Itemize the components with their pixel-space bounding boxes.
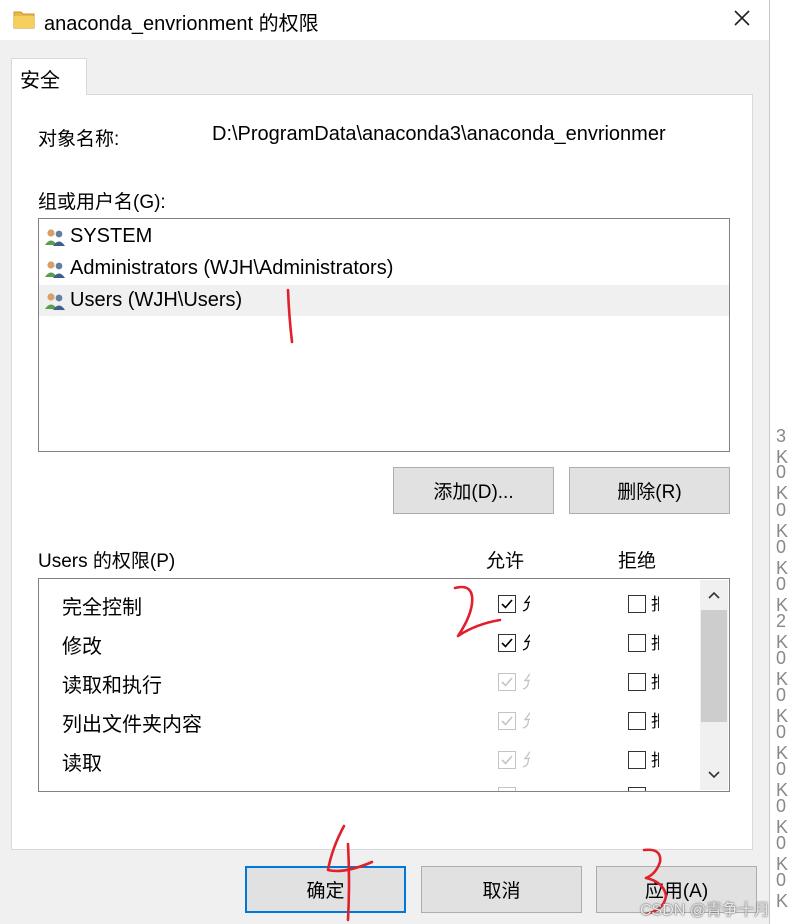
allow-checkbox [498,751,516,769]
allow-checkbox [498,673,516,691]
size-fragment: 0 K [776,759,788,800]
group-item-administrators[interactable]: Administrators (WJH\Administrators) [39,253,729,284]
csdn-watermark: CSDN @青争十月 [640,902,771,919]
ok-button[interactable]: 确定 [245,866,406,913]
allow-label-clipped: 允 [522,595,530,615]
check-icon [501,755,513,765]
background-window-fragment: 3 K 0 K 0 K 0 K 0 K 2 K 0 K 0 K 0 K 0 K … [770,420,788,911]
close-icon[interactable] [733,9,751,27]
size-fragment: 0 K [776,537,788,578]
size-fragment: 0 K [776,870,788,911]
group-item-users[interactable]: Users (WJH\Users) [39,285,729,316]
permission-name: 修改 [62,636,102,658]
scroll-thumb[interactable] [701,610,727,722]
allow-checkbox [498,712,516,730]
size-fragment: 0 K [776,685,788,726]
tab-security[interactable]: 安全 [11,58,87,95]
size-fragment: 2 K [776,611,788,652]
chevron-down-icon [708,771,720,779]
remove-button[interactable]: 删除(R) [569,467,730,514]
deny-label-clipped: 拒 [651,712,659,732]
add-button[interactable]: 添加(D)... [393,467,554,514]
size-fragment: 0 K [776,574,788,615]
size-fragment: 0 K [776,722,788,763]
permission-row-read-execute: 读取和执行 允 拒 [39,663,699,702]
scroll-up-button[interactable] [700,584,728,606]
folder-icon [13,11,35,29]
deny-label-clipped: 拒 [651,634,659,654]
cancel-button[interactable]: 取消 [421,866,582,913]
deny-checkbox[interactable] [628,634,646,652]
permission-row-list-folder: 列出文件夹内容 允 拒 [39,702,699,741]
permissions-scrollbar[interactable] [700,580,728,790]
deny-checkbox[interactable] [628,751,646,769]
user-group-icon [45,260,65,278]
window-title: anaconda_envrionment 的权限 [44,13,319,35]
deny-label-clipped: 拒 [651,595,659,615]
object-name-value: D:\ProgramData\anaconda3\anaconda_envrio… [212,123,666,145]
groups-list[interactable]: SYSTEM Administrators (WJH\Administrator… [38,218,730,452]
permission-row-modify: 修改 允 拒 [39,624,699,663]
object-name-label: 对象名称: [38,129,120,150]
allow-checkbox[interactable] [498,595,516,613]
group-item-system[interactable]: SYSTEM [39,221,729,252]
deny-checkbox[interactable] [628,673,646,691]
user-group-icon [45,292,65,310]
user-group-icon [45,228,65,246]
allow-label-clipped: 允 [522,712,530,732]
allow-label-clipped: 允 [522,751,530,771]
check-icon [501,638,513,648]
permissions-dialog: anaconda_envrionment 的权限 安全 对象名称: D:\Pro… [0,0,770,924]
deny-checkbox[interactable] [628,595,646,613]
permission-name: 列出文件夹内容 [62,714,202,736]
deny-label-clipped: 拒 [651,673,659,693]
group-item-label: SYSTEM [70,225,153,247]
size-fragment: 0 K [776,833,788,874]
allow-column-header: 允许 [486,551,525,572]
permission-name: 读取和执行 [62,675,162,697]
size-fragment: 0 K [776,648,788,689]
allow-checkbox-partial [498,787,516,791]
allow-checkbox[interactable] [498,634,516,652]
size-fragment: 0 K [776,796,788,837]
check-icon [501,677,513,687]
deny-label-clipped: 拒 [651,751,659,771]
size-fragment: 0 K [776,500,788,541]
groups-label: 组或用户名(G): [38,192,166,213]
size-fragment: 0 K [776,462,788,503]
scroll-down-button[interactable] [700,764,728,786]
permission-row-read: 读取 允 拒 [39,741,699,780]
allow-label-clipped: 允 [522,673,530,693]
title-bar: anaconda_envrionment 的权限 [0,0,769,40]
check-icon [501,599,513,609]
group-item-label: Administrators (WJH\Administrators) [70,257,394,279]
permissions-label: Users 的权限(P) [38,551,176,572]
permission-row-full-control: 完全控制 允 拒 [39,585,699,624]
permission-name: 读取 [62,753,102,775]
check-icon [501,716,513,726]
group-item-label: Users (WJH\Users) [70,289,243,311]
deny-checkbox-partial [628,787,646,791]
deny-checkbox[interactable] [628,712,646,730]
chevron-up-icon [708,591,720,599]
allow-label-clipped: 允 [522,634,530,654]
deny-column-header: 拒绝 [618,551,657,572]
permissions-list: 完全控制 允 拒 修改 允 拒 读取和执行 允 拒 [38,578,730,792]
permission-name: 完全控制 [62,597,142,619]
